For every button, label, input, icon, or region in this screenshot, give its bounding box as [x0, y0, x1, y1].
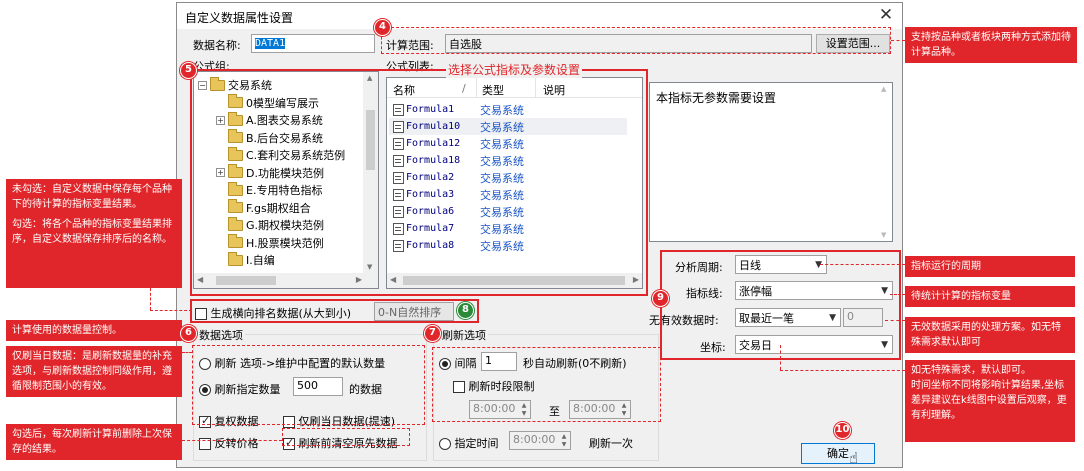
param-textarea[interactable]: 本指标无参数需要设置 ▲ ▼	[649, 82, 893, 242]
param-vscrollbar[interactable]: ▲ ▼	[877, 83, 892, 241]
close-icon[interactable]: ✕	[876, 5, 896, 25]
note-period: 指标运行的周期	[905, 256, 1075, 277]
connector	[780, 345, 781, 370]
note-unchecked: 未勾选：自定义数据中保存每个品种下的待计算的指标变量结果。	[12, 184, 172, 210]
connector	[780, 370, 905, 371]
no-param-text: 本指标无参数需要设置	[656, 91, 777, 105]
connector	[820, 264, 905, 265]
spin-up-icon[interactable]: ▲	[559, 433, 569, 440]
note-range: 支持按品种或者板块两种方式添加待计算品种。	[905, 27, 1077, 63]
badge-6: 6	[180, 325, 197, 342]
badge-7: 7	[424, 325, 441, 342]
note-clear: 勾选后，每次刷新计算前删除上次保存的结果。	[6, 424, 182, 460]
dialog-titlebar: 自定义数据属性设置 ✕	[177, 3, 902, 29]
note-checked: 勾选：将各个品种的指标变量结果排序，自定义数据保存排序后的名称。	[12, 219, 172, 245]
data-options-title: 数据选项	[197, 327, 245, 343]
note-coord: 如无特殊需求，默认即可。 时间坐标不同将影响计算结果,坐标差异建议在k线图中设置…	[905, 360, 1075, 442]
connector	[891, 40, 905, 41]
range-highlight	[381, 27, 891, 54]
refresh-highlight	[432, 347, 661, 422]
specified-time-value: 8:00:00	[513, 433, 556, 446]
scroll-down-icon[interactable]: ▼	[881, 231, 886, 239]
connector	[182, 352, 192, 353]
clear-highlight	[282, 428, 410, 446]
specified-time-label: 指定时间	[454, 437, 499, 450]
specified-time-input[interactable]: 8:00:00 ▲ ▼	[509, 431, 571, 450]
hand-cursor-icon: ☝	[849, 449, 859, 467]
params-highlight	[660, 250, 901, 360]
data-name-label: 数据名称:	[193, 39, 241, 52]
radio-specified-time[interactable]: 指定时间	[439, 435, 499, 451]
data-name-value: DATA1	[255, 38, 286, 49]
connector	[150, 288, 151, 310]
note-today: 仅刷当日数据：是刷新数据量的补充选项，与刷新数据控制同级作用，遵循限制范围小的有…	[6, 346, 182, 397]
connector	[885, 320, 905, 321]
formula-overlay-title: 选择公式指标及参数设置	[446, 61, 583, 78]
badge-9: 8	[457, 302, 474, 319]
scroll-up-icon[interactable]: ▲	[881, 85, 886, 93]
chk-reverse-label: 反转价格	[214, 437, 259, 450]
ranking-highlight	[190, 299, 479, 323]
dialog-title: 自定义数据属性设置	[185, 11, 294, 25]
note-ranking: 未勾选：自定义数据中保存每个品种下的待计算的指标变量结果。 勾选：将各个品种的指…	[6, 179, 182, 288]
refresh-options-title: 刷新选项	[440, 327, 488, 343]
connector	[890, 294, 905, 295]
badge-5: 5	[180, 62, 197, 79]
specified-suffix: 刷新一次	[589, 437, 633, 450]
badge-8: 9	[652, 290, 669, 307]
spin-down-icon[interactable]: ▼	[559, 441, 569, 448]
formula-highlight	[190, 69, 648, 296]
note-indicator: 待统计计算的指标变量	[905, 286, 1075, 307]
note-datactrl: 计算使用的数据量控制。	[12, 325, 122, 336]
radio-specified-time-btn[interactable]	[439, 438, 451, 450]
chk-reverse[interactable]: 反转价格	[199, 435, 259, 451]
data-count-highlight	[192, 345, 425, 425]
connector	[182, 440, 282, 441]
note-datactrl-box: 计算使用的数据量控制。	[6, 320, 182, 341]
data-name-input[interactable]: DATA1	[251, 34, 375, 53]
badge-10: 10	[834, 422, 851, 439]
note-invalid: 无效数据采用的处理方案。如无特殊需求默认即可	[905, 317, 1075, 353]
connector	[150, 310, 192, 311]
badge-4: 4	[374, 19, 391, 36]
ok-button[interactable]: 确定	[801, 443, 875, 464]
